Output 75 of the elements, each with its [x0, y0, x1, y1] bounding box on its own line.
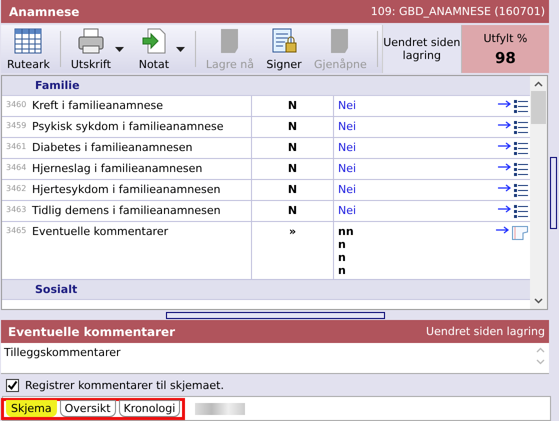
question-number: 3459 [5, 120, 28, 130]
arrow-icon[interactable] [498, 100, 511, 108]
question-number: 3462 [5, 183, 28, 193]
question-label: Kreft i familieanamnese [32, 99, 163, 112]
answer-text: Nei [338, 204, 358, 217]
toolbar-button[interactable]: Notat [130, 25, 178, 73]
question-label: Psykisk sykdom i familieanamnese [32, 120, 224, 133]
tab[interactable]: Kronologi [118, 400, 180, 417]
answer-text: n [338, 238, 347, 251]
comment-field[interactable]: Tilleggskommentarer [1, 343, 549, 374]
list-icon[interactable] [514, 163, 528, 177]
arrow-icon[interactable] [498, 163, 511, 171]
arrow-icon[interactable] [498, 121, 511, 129]
arrow-icon[interactable] [498, 142, 511, 150]
arrow-icon[interactable] [496, 226, 509, 234]
vertical-scrollbar[interactable] [530, 76, 547, 309]
question-label: Tidlig demens i familieanamnesen [32, 204, 221, 217]
tab[interactable]: Oversikt [60, 400, 116, 417]
arrow-icon[interactable] [498, 184, 511, 192]
toolbar-button[interactable]: Signer [260, 25, 308, 73]
splitter-handle[interactable] [166, 312, 384, 319]
code-cell: N [252, 180, 334, 200]
dropdown-arrow-icon[interactable] [114, 46, 124, 52]
section-title: Familie [35, 79, 80, 92]
scroll-down-icon[interactable] [534, 298, 543, 304]
answer-text: n [338, 264, 347, 277]
answer-text: Nei [338, 99, 358, 112]
answer-text: Nei [338, 183, 358, 196]
toolbar-button[interactable]: Ruteark [1, 25, 56, 73]
code-cell: » [252, 222, 334, 279]
question-number: 3463 [5, 204, 28, 214]
list-icon[interactable] [514, 184, 528, 198]
panel-title: Eventuelle kommentarer [8, 324, 176, 338]
checkbox[interactable] [6, 378, 19, 392]
document-lock-icon [270, 28, 298, 54]
arrow-icon[interactable] [498, 205, 511, 213]
dropdown-arrow-icon[interactable] [176, 46, 185, 52]
question-label: Eventuelle kommentarer [32, 225, 168, 238]
question-number: 3465 [5, 225, 28, 235]
list-icon[interactable] [514, 121, 528, 135]
scrollbar-thumb[interactable] [531, 91, 546, 124]
window-title: Anamnese [9, 4, 80, 18]
question-label: Diabetes i familieanamnesen [32, 141, 193, 154]
answer-text: Nei [338, 141, 358, 154]
list-icon[interactable] [514, 205, 528, 219]
list-icon[interactable] [514, 142, 528, 156]
completion-label: Utfylt % [483, 32, 528, 44]
answer-text: Nei [338, 120, 358, 133]
save-status: Uendret siden lagring [382, 25, 461, 73]
question-number: 3460 [5, 99, 28, 109]
code-cell: N [252, 96, 334, 116]
toolbar-button[interactable]: Utskrift [64, 25, 117, 73]
code-cell: N [252, 138, 334, 158]
question-label: Hjerneslag i familieanamnesen [32, 162, 202, 175]
document-arrow-icon [140, 28, 168, 54]
question-number: 3461 [5, 141, 28, 151]
panel-status: Uendret siden lagring [426, 325, 545, 338]
answer-text: nn [338, 225, 355, 238]
code-cell: N [252, 117, 334, 137]
spreadsheet-icon [14, 28, 42, 54]
section-title: Sosialt [35, 283, 78, 296]
code-cell: N [252, 201, 334, 221]
list-icon[interactable] [514, 100, 528, 114]
tab[interactable]: Skjema [6, 400, 57, 417]
scroll-up-icon[interactable] [534, 81, 543, 87]
question-number: 3464 [5, 162, 28, 172]
form-id: 109: GBD_ANAMNESE (160701) [370, 5, 545, 18]
checkbox-label: Registrer kommentarer til skjemaet. [25, 378, 224, 392]
answer-text: n [338, 251, 347, 264]
question-label: Hjertesykdom i familieanamnesen [32, 183, 220, 196]
completion-value: 98 [494, 48, 516, 66]
splitter-handle[interactable] [550, 156, 557, 228]
printer-icon [76, 28, 105, 54]
answer-text: Nei [338, 162, 358, 175]
code-cell: N [252, 159, 334, 179]
